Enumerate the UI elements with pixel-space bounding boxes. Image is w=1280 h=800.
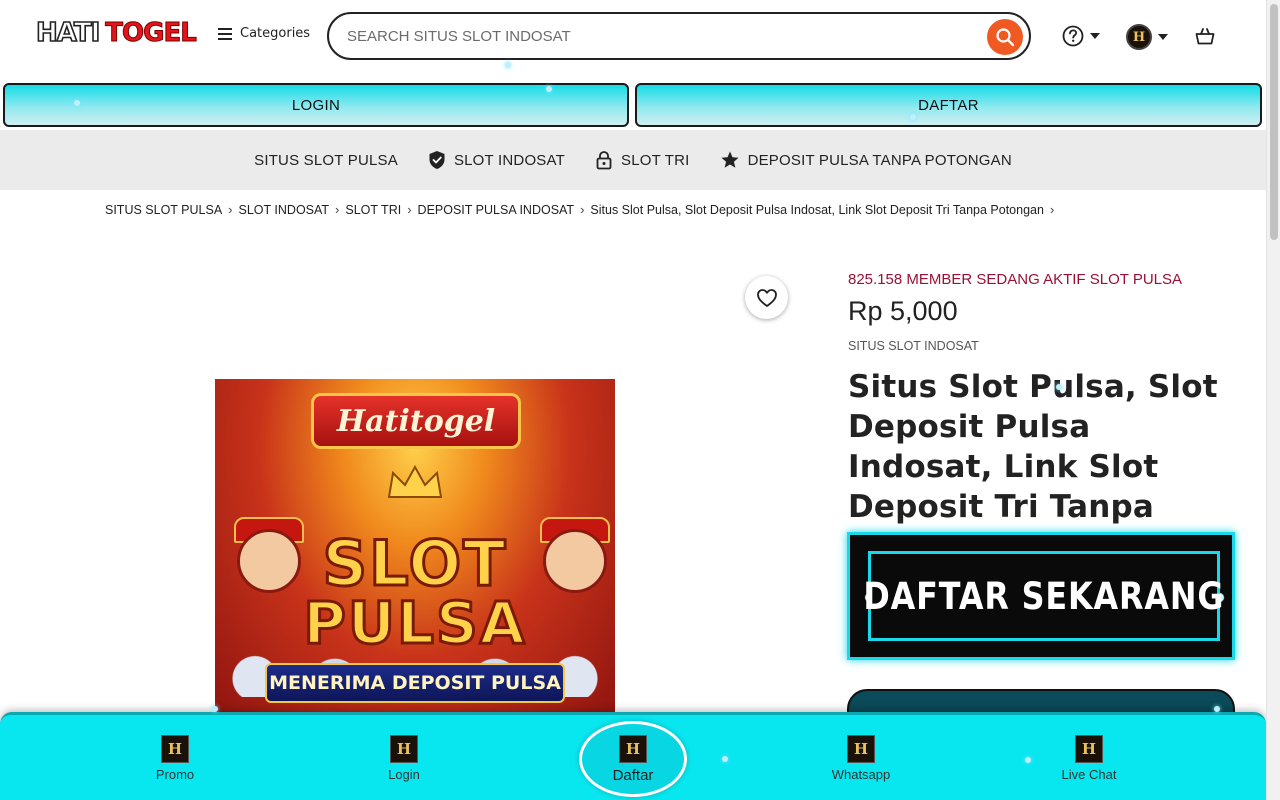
brand-h-icon: H [1075,735,1103,763]
breadcrumb: SITUS SLOT PULSA › SLOT INDOSAT › SLOT T… [105,202,1060,217]
active-members-text: 825.158 MEMBER SEDANG AKTIF SLOT PULSA [848,271,1183,288]
brand-h-icon: H [161,735,189,763]
bottom-nav: H Promo H Login H Daftar H Whatsapp H Li… [0,712,1266,800]
help-icon [1062,25,1084,47]
help-menu[interactable] [1062,25,1100,47]
nav-item-deposit-pulsa[interactable]: DEPOSIT PULSA TANPA POTONGAN [720,150,1012,170]
lock-icon [596,151,612,170]
bottom-nav-daftar[interactable]: H Daftar [579,721,687,797]
image-strip-text: MENERIMA DEPOSIT PULSA [269,672,561,694]
hamburger-icon [218,27,232,40]
product-price: Rp 5,000 [848,296,958,326]
image-title-line2: PULSA [302,588,527,659]
bottom-nav-whatsapp[interactable]: H Whatsapp [816,735,906,782]
star-icon [720,151,739,168]
breadcrumb-link[interactable]: SITUS SLOT PULSA [105,203,222,217]
logo-text-togel: TOGEL [105,18,198,49]
brand-h-icon: H [619,734,647,763]
bottom-nav-login[interactable]: H Login [359,735,449,782]
bottom-nav-live-chat[interactable]: H Live Chat [1044,735,1134,782]
shopping-basket-icon [1195,28,1215,45]
nav-item-label: DEPOSIT PULSA TANPA POTONGAN [747,151,1012,169]
search-button[interactable] [987,19,1023,55]
login-button[interactable]: LOGIN [3,83,629,127]
page-scrollbar[interactable] [1266,0,1280,800]
chevron-right-icon: › [228,202,233,217]
nav-item-slot-tri[interactable]: SLOT TRI [595,150,690,170]
sparkle-decoration [910,114,916,120]
sparkle-decoration [74,100,80,106]
bottom-nav-label: Whatsapp [831,767,891,782]
product-brand[interactable]: SITUS SLOT INDOSAT [848,339,979,353]
bottom-nav-label: Login [388,767,420,782]
bottom-nav-promo[interactable]: H Promo [130,735,220,782]
sparkle-decoration [505,62,511,68]
chevron-right-icon: › [580,202,585,217]
breadcrumb-link[interactable]: SLOT TRI [345,203,401,217]
bottom-nav-label: Live Chat [1061,767,1117,782]
product-image[interactable]: Hatitogel SLOT PULSA MENERIMA DEPOSIT PU… [215,379,615,719]
logo-text-hati: HATI [35,17,101,49]
search-input[interactable] [347,27,967,45]
nav-item-label: SLOT INDOSAT [453,151,565,169]
search-bar [327,12,1031,60]
breadcrumb-link[interactable]: SLOT INDOSAT [239,203,330,217]
avatar: H [1126,24,1152,50]
cart-button[interactable] [1194,25,1216,51]
nav-item-label: SITUS SLOT PULSA [254,151,398,169]
chevron-right-icon: › [1049,202,1055,217]
sparkle-decoration [546,86,552,92]
chevron-down-icon [1158,34,1168,40]
shield-check-icon [429,151,445,169]
heart-icon [756,288,777,307]
breadcrumb-link[interactable]: DEPOSIT PULSA INDOSAT [418,203,575,217]
site-logo[interactable]: HATI TOGEL [35,17,198,49]
nav-item-slot-indosat[interactable]: SLOT INDOSAT [428,150,565,170]
daftar-sekarang-banner[interactable]: DAFTAR SEKARANG [847,532,1235,660]
scrollbar-thumb[interactable] [1270,4,1278,240]
brand-h-icon: H [390,735,418,763]
header: HATI TOGEL Categories H [0,0,1266,76]
categories-label: Categories [240,26,311,41]
bottom-nav-label: Promo [155,767,195,782]
chevron-right-icon: › [407,202,412,217]
banner-inner: DAFTAR SEKARANG [864,551,1224,641]
sparkle-decoration [212,706,218,712]
nav-item-label: SLOT TRI [620,151,690,169]
image-strip: MENERIMA DEPOSIT PULSA [265,663,565,703]
image-banner: Hatitogel [311,393,521,449]
account-menu[interactable]: H [1126,24,1168,50]
register-button[interactable]: DAFTAR [635,83,1262,127]
breadcrumb-current[interactable]: Situs Slot Pulsa, Slot Deposit Pulsa Ind… [590,203,1044,217]
brand-h-icon: H [847,735,875,763]
image-banner-text: Hatitogel [336,403,496,439]
chevron-right-icon: › [335,202,340,217]
sparkle-decoration [1214,706,1220,712]
favorite-button[interactable] [745,276,788,319]
sparkle-decoration [1025,757,1031,763]
categories-menu-button[interactable]: Categories [218,26,310,41]
sparkle-decoration [722,756,728,762]
banner-text: DAFTAR SEKARANG [863,574,1225,618]
nav-item-situs-slot-pulsa[interactable]: SITUS SLOT PULSA [254,152,398,169]
category-nav: SITUS SLOT PULSA SLOT INDOSAT SLOT TRI D… [0,130,1266,190]
bottom-nav-label: Daftar [612,766,654,784]
chevron-down-icon [1090,33,1100,39]
crown-icon [387,464,443,498]
search-icon [996,28,1015,47]
sparkle-decoration [1056,384,1062,390]
